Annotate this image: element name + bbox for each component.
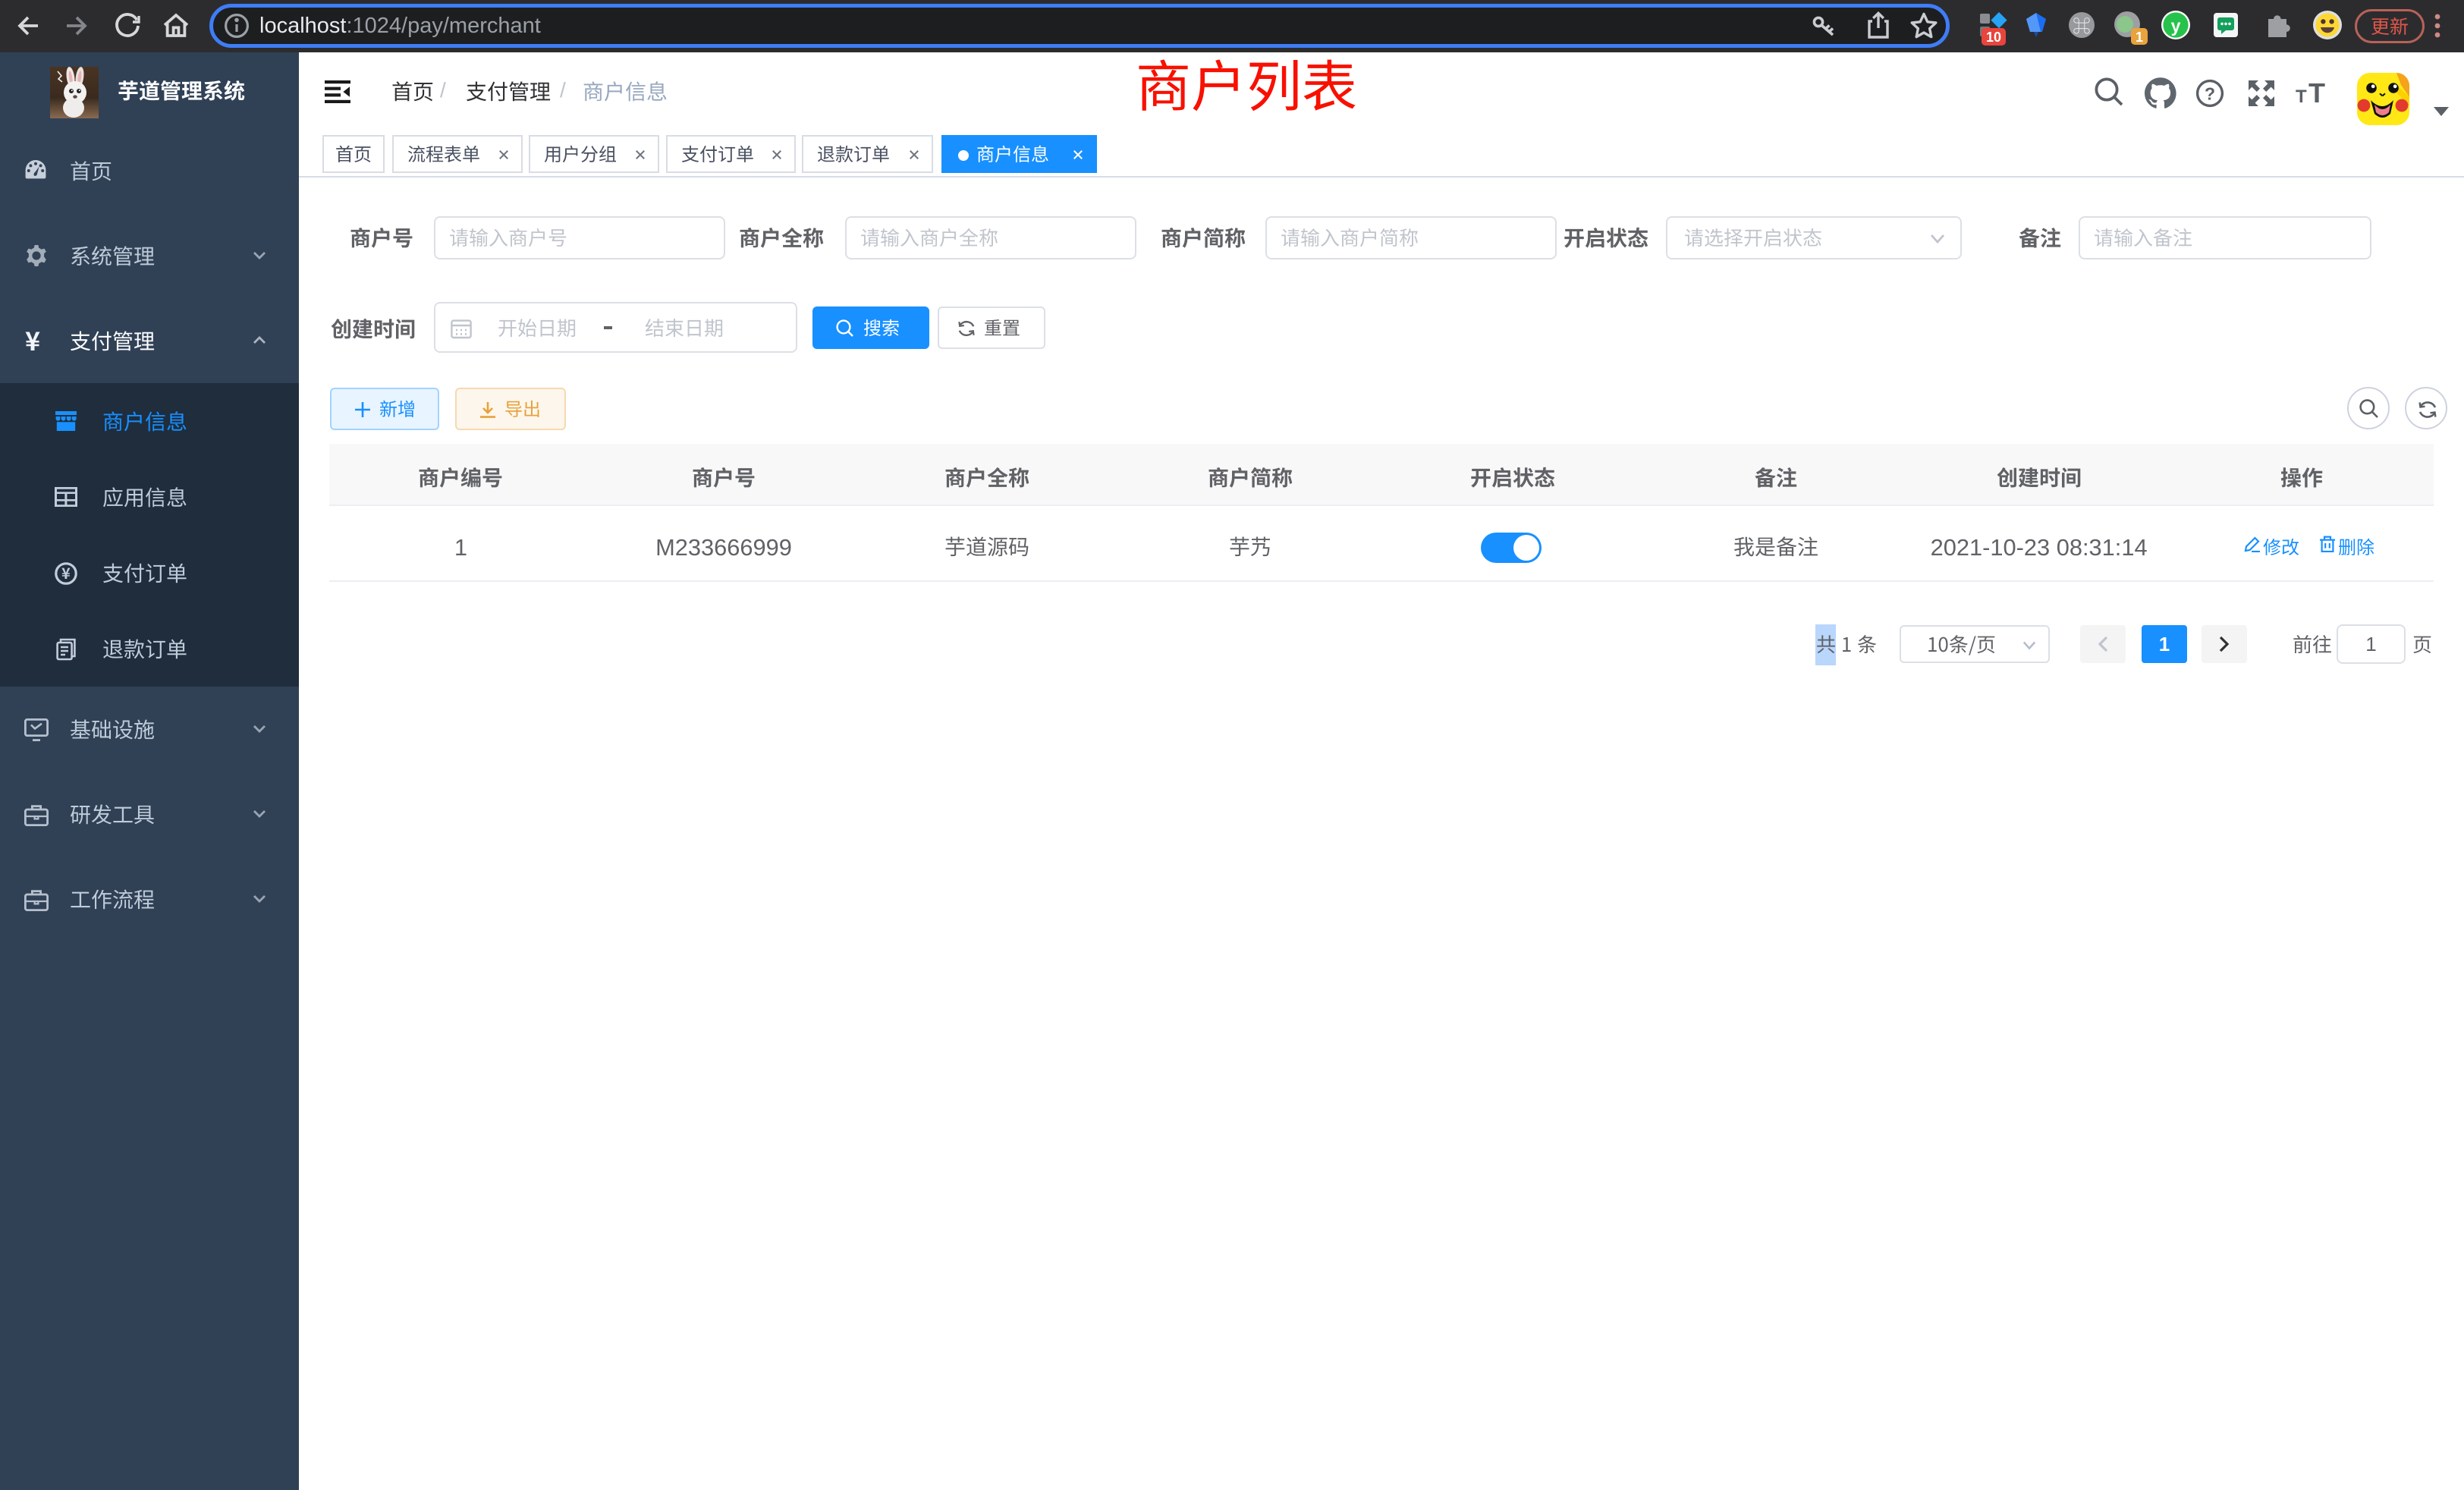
svg-text:T: T <box>2296 86 2307 107</box>
svg-text:1: 1 <box>2136 30 2143 45</box>
svg-text:y: y <box>2171 16 2181 36</box>
svg-text:10: 10 <box>1986 30 2001 45</box>
svg-text:?: ? <box>2205 83 2215 103</box>
svg-text:T: T <box>2308 77 2325 108</box>
